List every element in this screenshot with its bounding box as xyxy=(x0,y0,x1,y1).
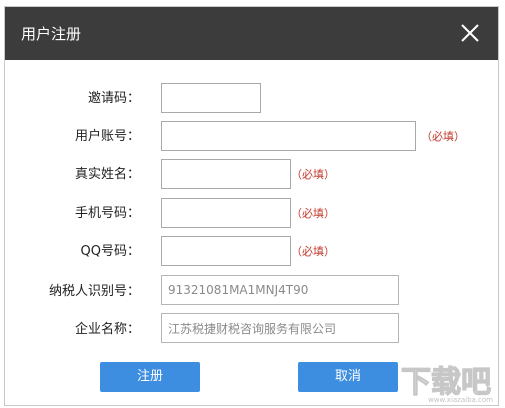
invite-code-input[interactable] xyxy=(161,83,261,113)
register-button[interactable]: 注册 xyxy=(100,362,200,392)
real-name-required-hint: （必填） xyxy=(291,168,335,181)
phone-label: 手机号码： xyxy=(74,206,140,221)
phone-required-hint: （必填） xyxy=(291,207,335,220)
company-name-input[interactable] xyxy=(161,313,399,343)
dialog-title: 用户注册 xyxy=(21,25,82,43)
close-icon[interactable] xyxy=(458,21,482,45)
company-name-label: 企业名称： xyxy=(74,322,140,337)
real-name-label: 真实姓名： xyxy=(74,167,140,182)
qq-required-hint: （必填） xyxy=(291,245,335,258)
account-required-hint: （必填） xyxy=(421,130,465,143)
account-label: 用户账号： xyxy=(74,129,140,144)
tax-id-input[interactable] xyxy=(161,275,399,305)
qq-label: QQ号码： xyxy=(80,244,140,259)
tax-id-label: 纳税人识别号： xyxy=(48,284,140,299)
invite-code-label: 邀请码： xyxy=(87,91,140,106)
dialog-titlebar: 用户注册 xyxy=(5,7,498,60)
phone-input[interactable] xyxy=(161,198,291,228)
account-input[interactable] xyxy=(161,121,416,151)
qq-input[interactable] xyxy=(161,236,291,266)
real-name-input[interactable] xyxy=(161,159,291,189)
register-dialog: 用户注册 邀请码： 用户账号： （必填） 真实姓名： （必填） 手机号码： （必… xyxy=(4,6,499,406)
cancel-button[interactable]: 取消 xyxy=(298,362,398,392)
